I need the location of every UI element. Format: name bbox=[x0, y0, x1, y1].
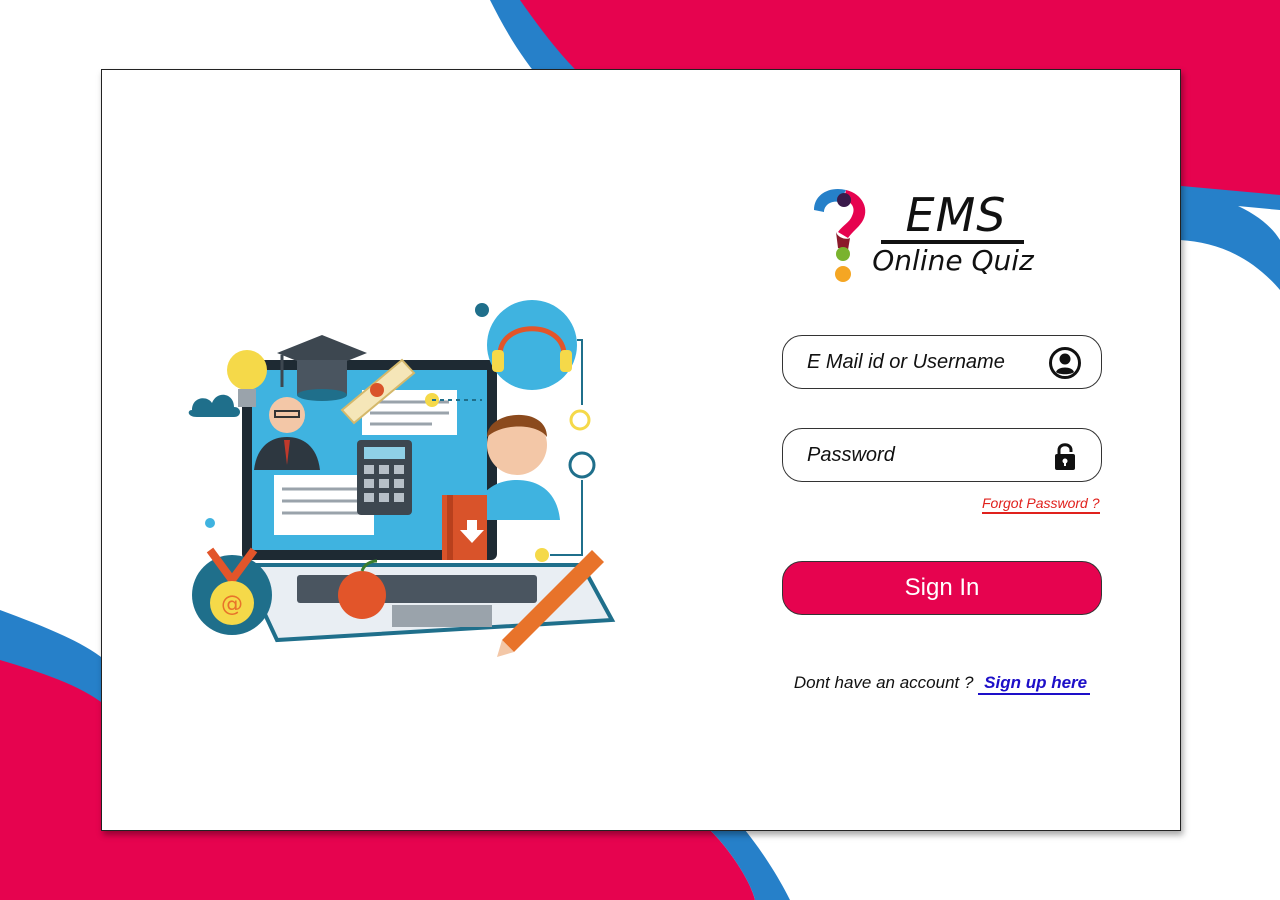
question-mark-icon bbox=[814, 188, 866, 282]
password-field[interactable] bbox=[782, 428, 1102, 482]
brand-title: EMS bbox=[905, 188, 1007, 242]
svg-text:@: @ bbox=[221, 592, 243, 617]
brand-logo: EMS Online Quiz bbox=[808, 188, 1038, 288]
forgot-password-link[interactable]: Forgot Password ? bbox=[982, 495, 1100, 514]
username-field[interactable] bbox=[782, 335, 1102, 389]
sign-in-button[interactable]: Sign In bbox=[782, 561, 1102, 615]
brand-subtitle: Online Quiz bbox=[872, 244, 1034, 277]
user-circle-icon bbox=[1049, 347, 1081, 379]
username-input[interactable] bbox=[807, 336, 1047, 388]
e-learning-illustration: @ bbox=[188, 300, 616, 657]
lock-icon bbox=[1055, 443, 1075, 470]
sign-up-link[interactable]: Sign up here bbox=[978, 673, 1091, 695]
login-card: @ EMS Online Quiz E Mail id or Username … bbox=[101, 69, 1181, 831]
signup-prompt: Dont have an account ? Sign up here bbox=[782, 673, 1102, 695]
no-account-text: Dont have an account ? bbox=[793, 673, 974, 692]
password-input[interactable] bbox=[807, 429, 1047, 481]
